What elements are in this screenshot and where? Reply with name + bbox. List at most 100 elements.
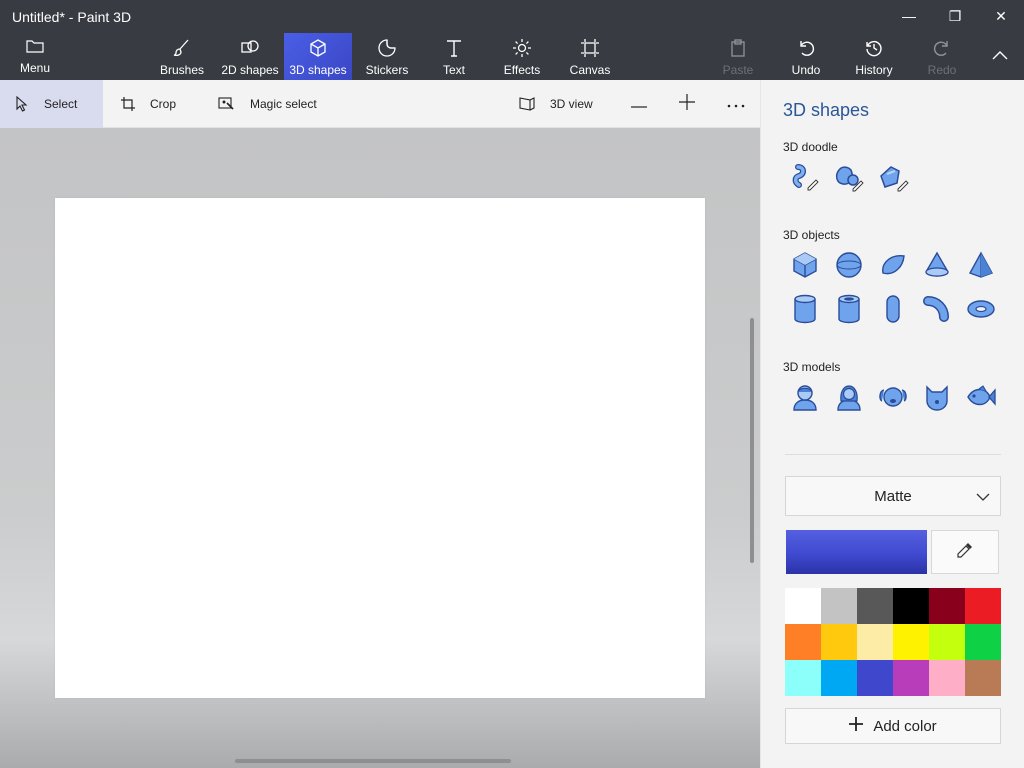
zoom-in-button[interactable] <box>669 80 705 128</box>
palette-swatch[interactable] <box>893 588 929 624</box>
undo-label: Undo <box>791 63 821 77</box>
palette-swatch[interactable] <box>785 624 821 660</box>
woman-model-button[interactable] <box>829 379 869 419</box>
cone-shape-icon <box>923 251 951 284</box>
capsule-shape-button[interactable] <box>873 291 913 331</box>
vertical-scrollbar[interactable] <box>750 318 754 563</box>
3d-view-label: 3D view <box>550 97 593 111</box>
history-label: History <box>855 63 893 77</box>
tube-shape-button[interactable] <box>829 291 869 331</box>
sphere-shape-icon <box>835 251 863 284</box>
menu-button[interactable]: Menu <box>8 33 62 77</box>
chevron-up-icon <box>992 47 1008 65</box>
undo-button[interactable]: Undo <box>784 33 828 80</box>
current-color-swatch[interactable] <box>786 530 927 574</box>
close-button[interactable]: ✕ <box>978 0 1024 32</box>
cat-model-button[interactable] <box>917 379 957 419</box>
select-label: Select <box>44 97 78 111</box>
tool-bar: Select Crop Magic select 3D view <box>0 80 760 128</box>
ellipsis-icon <box>727 95 745 113</box>
chevron-down-icon <box>976 489 990 506</box>
soft-doodle-icon <box>833 164 865 197</box>
ribbon-3d-shapes-label: 3D shapes <box>289 63 347 77</box>
man-model-icon <box>791 383 819 416</box>
material-dropdown[interactable]: Matte <box>785 476 1001 516</box>
clipboard-icon <box>728 38 748 58</box>
soft-edge-doodle-button[interactable] <box>829 160 869 200</box>
tube-doodle-icon <box>877 164 909 197</box>
paste-button[interactable]: Paste <box>716 33 760 80</box>
palette-swatch[interactable] <box>857 660 893 696</box>
horizontal-scrollbar[interactable] <box>235 759 511 763</box>
palette-swatch[interactable] <box>893 624 929 660</box>
cursor-icon <box>14 96 30 112</box>
zoom-out-button[interactable] <box>621 80 657 128</box>
ribbon-stickers[interactable]: Stickers <box>360 33 414 80</box>
sphere-shape-button[interactable] <box>829 247 869 287</box>
plus-icon <box>849 717 864 735</box>
ribbon-3d-shapes[interactable]: 3D shapes <box>284 33 352 80</box>
brush-icon <box>172 38 192 58</box>
crop-label: Crop <box>150 97 177 111</box>
redo-button[interactable]: Redo <box>922 33 962 80</box>
curved-tube-shape-button[interactable] <box>917 291 957 331</box>
palette-swatch[interactable] <box>929 660 965 696</box>
ribbon-2d-shapes[interactable]: 2D shapes <box>218 33 282 80</box>
ribbon-canvas[interactable]: Canvas <box>566 33 614 80</box>
collapse-ribbon-button[interactable] <box>985 46 1015 66</box>
crop-tool[interactable]: Crop <box>106 80 190 128</box>
palette-swatch[interactable] <box>857 588 893 624</box>
palette-swatch[interactable] <box>785 588 821 624</box>
palette-swatch[interactable] <box>965 588 1001 624</box>
palette-swatch[interactable] <box>929 624 965 660</box>
donut-shape-icon <box>966 298 996 325</box>
history-button[interactable]: History <box>850 33 898 80</box>
3d-view-toggle[interactable]: 3D view <box>504 80 607 128</box>
dog-model-button[interactable] <box>873 379 913 419</box>
select-tool[interactable]: Select <box>0 80 103 128</box>
history-icon <box>864 38 884 58</box>
hemisphere-shape-button[interactable] <box>873 247 913 287</box>
magic-select-icon <box>218 96 236 112</box>
folder-icon <box>26 39 44 56</box>
restore-button[interactable]: ❐ <box>932 0 978 32</box>
man-model-button[interactable] <box>785 379 825 419</box>
fish-model-button[interactable] <box>961 379 1001 419</box>
eyedropper-icon <box>956 541 974 564</box>
donut-shape-button[interactable] <box>961 291 1001 331</box>
eyedropper-button[interactable] <box>931 530 999 574</box>
cone-shape-button[interactable] <box>917 247 957 287</box>
add-color-button[interactable]: Add color <box>785 708 1001 744</box>
palette-swatch[interactable] <box>893 660 929 696</box>
canvas-icon <box>580 38 600 58</box>
palette-swatch[interactable] <box>965 624 1001 660</box>
paste-label: Paste <box>722 63 754 77</box>
palette-swatch[interactable] <box>929 588 965 624</box>
color-palette <box>785 588 1001 696</box>
ribbon-effects[interactable]: Effects <box>500 33 544 80</box>
pyramid-shape-icon <box>967 251 995 284</box>
palette-swatch[interactable] <box>821 588 857 624</box>
cube-icon <box>308 38 328 58</box>
palette-swatch[interactable] <box>965 660 1001 696</box>
pyramid-shape-button[interactable] <box>961 247 1001 287</box>
cat-model-icon <box>924 383 950 416</box>
ribbon-brushes[interactable]: Brushes <box>155 33 209 80</box>
workspace <box>0 128 760 768</box>
palette-swatch[interactable] <box>821 624 857 660</box>
minimize-button[interactable]: — <box>886 0 932 32</box>
palette-swatch[interactable] <box>857 624 893 660</box>
sharp-edge-doodle-button[interactable] <box>785 160 825 200</box>
text-icon <box>444 38 464 58</box>
more-options-button[interactable] <box>718 80 754 128</box>
cube-shape-button[interactable] <box>785 247 825 287</box>
panel-title: 3D shapes <box>783 100 870 120</box>
3d-shapes-panel: 3D shapes 3D doodle 3D objects 3D models… <box>760 80 1024 768</box>
tube-doodle-button[interactable] <box>873 160 913 200</box>
drawing-canvas[interactable] <box>55 198 705 698</box>
ribbon-text[interactable]: Text <box>432 33 476 80</box>
palette-swatch[interactable] <box>785 660 821 696</box>
palette-swatch[interactable] <box>821 660 857 696</box>
magic-select-tool[interactable]: Magic select <box>204 80 331 128</box>
cylinder-shape-button[interactable] <box>785 291 825 331</box>
